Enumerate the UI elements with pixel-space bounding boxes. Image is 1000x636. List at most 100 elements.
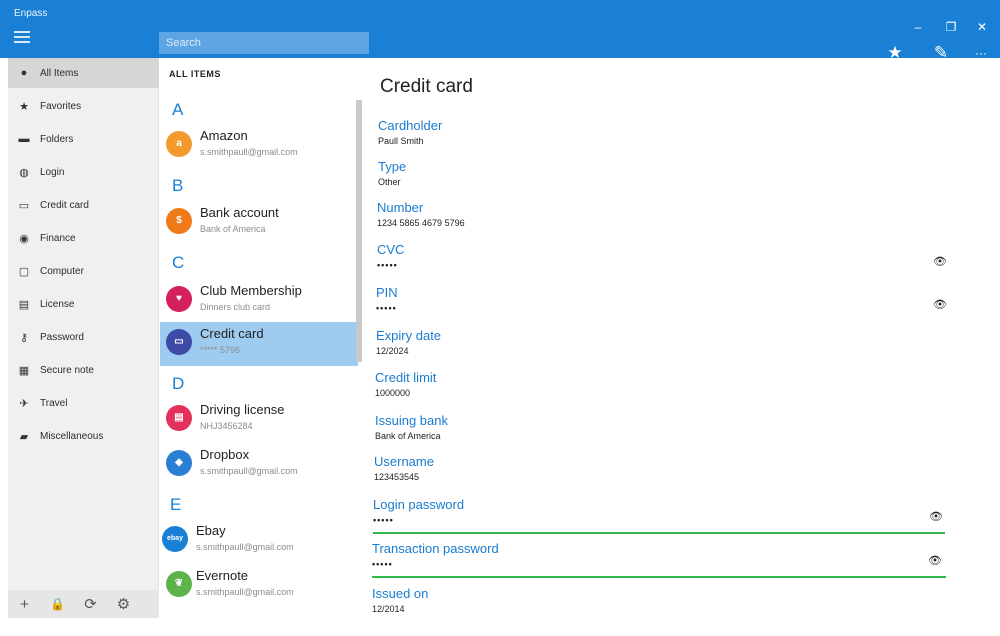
sidebar-item-label: Secure note — [40, 364, 94, 376]
dropbox-logo-icon: ◆ — [166, 450, 192, 476]
list-item-club-membership[interactable]: ♥ Club Membership Dinners club card — [160, 279, 358, 323]
sidebar-item-folders[interactable]: ▬ Folders — [8, 124, 159, 154]
show-cvc-eye-icon[interactable]: 👁 — [932, 256, 948, 268]
show-transaction-password-eye-icon[interactable]: 👁 — [927, 555, 943, 567]
sidebar-item-label: All Items — [40, 67, 79, 79]
field-number: Number 1234 5865 4679 5796 — [377, 200, 977, 240]
show-pin-eye-icon[interactable]: 👁 — [932, 299, 948, 311]
field-label: Login password — [373, 497, 465, 512]
app-title: Enpass — [14, 8, 48, 19]
credit-card-icon: ▭ — [18, 199, 30, 212]
section-letter-a: A — [172, 100, 184, 119]
list-item-title: Club Membership — [200, 283, 302, 298]
list-item-subtitle: ***** 5796 — [200, 345, 241, 355]
list-item-bank-account[interactable]: $ Bank account Bank of America — [160, 201, 358, 245]
list-item-subtitle: s.smithpaull@gmail.com — [196, 587, 294, 597]
sidebar-item-secure-note[interactable]: ▦ Secure note — [8, 355, 159, 385]
list-item-subtitle: s.smithpaull@gmail.com — [196, 542, 294, 552]
field-value[interactable]: ••••• — [372, 559, 393, 569]
lock-icon[interactable]: 🔒 — [41, 597, 74, 611]
field-value[interactable]: ••••• — [373, 515, 394, 525]
field-value[interactable]: Paull Smith — [378, 136, 424, 146]
field-value[interactable]: ••••• — [376, 303, 397, 313]
search-input[interactable] — [159, 32, 369, 54]
all-items-icon: ● — [20, 67, 28, 79]
list-item-subtitle: Bank of America — [200, 224, 266, 234]
sidebar-item-finance[interactable]: ◉ Finance — [8, 223, 159, 253]
field-value[interactable]: 1234 5865 4679 5796 — [377, 218, 465, 228]
key-icon: ⚷ — [19, 331, 29, 344]
field-username: Username 123453545 — [374, 454, 974, 494]
show-login-password-eye-icon[interactable]: 👁 — [928, 511, 944, 523]
list-header: ALL ITEMS — [169, 69, 221, 79]
bank-icon: $ — [166, 208, 192, 234]
field-value[interactable]: 123453545 — [374, 472, 419, 482]
list-item-title: Evernote — [196, 568, 249, 583]
computer-icon: ▢ — [18, 265, 30, 278]
field-value[interactable]: 1000000 — [375, 388, 410, 398]
list-item-dropbox[interactable]: ◆ Dropbox s.smithpaull@gmail.com — [160, 443, 358, 487]
app-window: Enpass – ❐ ✕ ★ ✎ ··· ● All Items ★ Favor… — [0, 0, 1000, 636]
close-button[interactable]: ✕ — [968, 19, 996, 35]
list-item-driving-license[interactable]: ▤ Driving license NHJ3456284 — [160, 398, 358, 442]
list-item-title: Driving license — [200, 402, 285, 417]
detail-title: Credit card — [380, 76, 473, 97]
field-label: Type — [378, 159, 407, 174]
finance-icon: ◉ — [19, 232, 29, 245]
field-label: PIN — [376, 285, 398, 300]
section-letter-e: E — [170, 495, 182, 514]
detail-pane: Credit card Cardholder Paull Smith Type … — [364, 58, 1000, 618]
list-item-title: Credit card — [200, 326, 264, 341]
sidebar-item-password[interactable]: ⚷ Password — [8, 322, 159, 352]
field-login-password: Login password ••••• 👁 — [373, 497, 973, 537]
sidebar-item-label: Travel — [40, 397, 68, 409]
sidebar-item-label: License — [40, 298, 75, 310]
field-label: Number — [377, 200, 424, 215]
sidebar-item-label: Miscellaneous — [40, 430, 104, 442]
field-value[interactable]: Other — [378, 177, 401, 187]
field-type: Type Other — [378, 159, 978, 199]
restore-button[interactable]: ❐ — [937, 19, 965, 35]
list-scrollbar[interactable] — [356, 100, 362, 362]
list-item-subtitle: Dinners club card — [200, 302, 271, 312]
field-value[interactable]: 12/2024 — [376, 346, 409, 356]
sidebar-item-computer[interactable]: ▢ Computer — [8, 256, 159, 286]
globe-icon: ◍ — [19, 166, 29, 179]
field-value[interactable]: ••••• — [377, 260, 398, 270]
field-label: Username — [374, 454, 434, 469]
sidebar-item-label: Favorites — [40, 100, 82, 112]
add-icon[interactable]: + — [8, 596, 41, 613]
sidebar-item-label: Computer — [40, 265, 84, 277]
field-cardholder: Cardholder Paull Smith — [378, 118, 978, 158]
amazon-logo-icon: a — [166, 131, 192, 157]
field-label: CVC — [377, 242, 405, 257]
sidebar-item-login[interactable]: ◍ Login — [8, 157, 159, 187]
list-item-subtitle: s.smithpaull@gmail.com — [200, 147, 298, 157]
sidebar-item-miscellaneous[interactable]: ▰ Miscellaneous — [8, 421, 159, 451]
field-expiry-date: Expiry date 12/2024 — [376, 328, 976, 368]
list-item-title: Bank account — [200, 205, 279, 220]
list-item-evernote[interactable]: ❦ Evernote s.smithpaull@gmail.com — [160, 564, 358, 608]
section-letter-b: B — [172, 176, 184, 195]
section-letter-c: C — [172, 253, 185, 272]
field-value[interactable]: Bank of America — [375, 431, 441, 441]
field-label: Credit limit — [375, 370, 437, 385]
sidebar-item-all-items[interactable]: ● All Items — [8, 58, 159, 88]
field-value[interactable]: 12/2014 — [372, 604, 405, 614]
settings-icon[interactable]: ⚙ — [107, 595, 140, 613]
minimize-button[interactable]: – — [904, 19, 932, 35]
sidebar-item-favorites[interactable]: ★ Favorites — [8, 91, 159, 121]
folder-icon: ▬ — [18, 133, 30, 145]
list-item-ebay[interactable]: ebay Ebay s.smithpaull@gmail.com — [160, 519, 358, 563]
sidebar-item-travel[interactable]: ✈ Travel — [8, 388, 159, 418]
sidebar-item-credit-card[interactable]: ▭ Credit card — [8, 190, 159, 220]
list-item-credit-card[interactable]: ▭ Credit card ***** 5796 — [160, 322, 358, 366]
password-strength-bar — [372, 576, 946, 578]
sidebar-bottom-bar: + 🔒 ⟳ ⚙ — [8, 590, 159, 618]
hamburger-menu-icon[interactable] — [14, 31, 30, 43]
item-list: ALL ITEMS A a Amazon s.smithpaull@gmail.… — [160, 58, 358, 618]
list-item-amazon[interactable]: a Amazon s.smithpaull@gmail.com — [160, 124, 358, 168]
field-issuing-bank: Issuing bank Bank of America — [375, 413, 975, 453]
sync-icon[interactable]: ⟳ — [74, 595, 107, 613]
sidebar-item-license[interactable]: ▤ License — [8, 289, 159, 319]
